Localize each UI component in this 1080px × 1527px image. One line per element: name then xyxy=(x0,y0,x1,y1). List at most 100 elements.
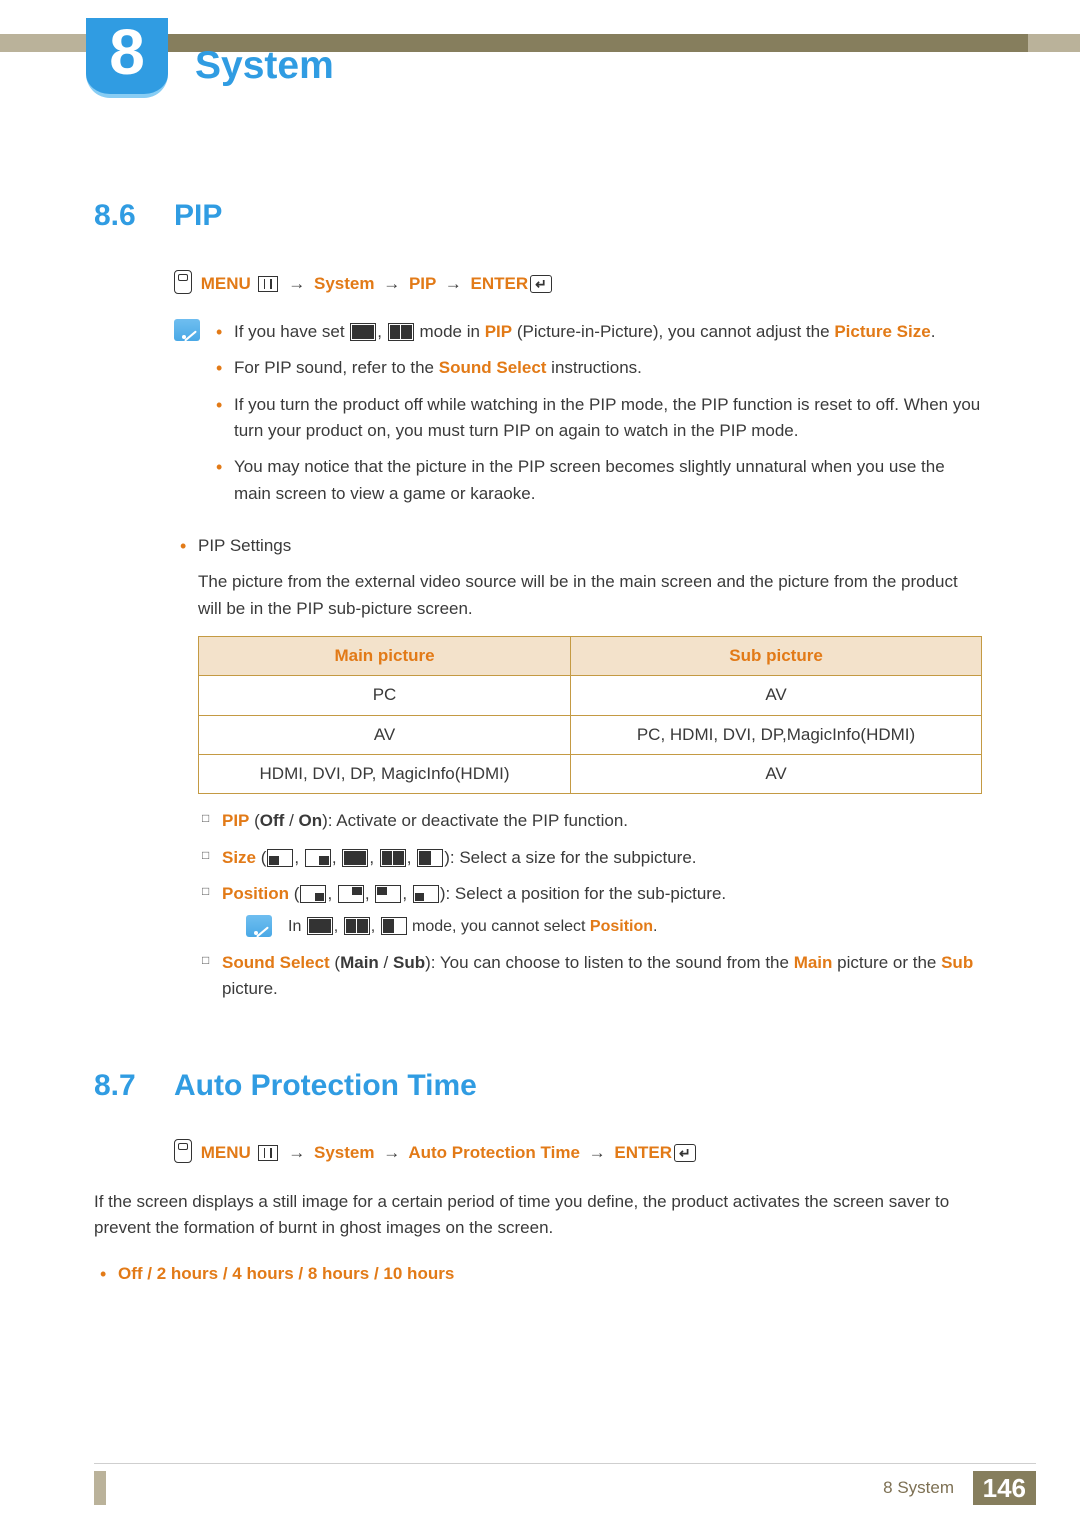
header-left-accent xyxy=(0,34,86,52)
pip-size-icon xyxy=(417,849,443,867)
arrow-icon: → xyxy=(441,274,466,293)
text: If you have set xyxy=(234,322,349,341)
text: For PIP sound, refer to the xyxy=(234,358,439,377)
cell: AV xyxy=(199,715,571,754)
arrow-icon: → xyxy=(379,1143,404,1162)
pip-settings-block: PIP Settings xyxy=(174,533,986,559)
section-title: PIP xyxy=(174,193,222,240)
note-item: For PIP sound, refer to the Sound Select… xyxy=(210,355,986,381)
text: instructions. xyxy=(551,358,642,377)
nav-pip: PIP xyxy=(409,274,436,293)
note-item: If you have set , mode in PIP (Picture-i… xyxy=(210,319,986,345)
nav-path-86: MENU → System → PIP → ENTER xyxy=(174,270,986,297)
arrow-icon: → xyxy=(284,1143,309,1162)
chapter-number: 8 xyxy=(109,20,145,84)
arrow-icon: → xyxy=(379,274,404,293)
desc: picture. xyxy=(222,979,278,998)
th-sub: Sub picture xyxy=(571,636,982,675)
header-right-accent xyxy=(1028,34,1080,52)
label: Sound Select xyxy=(222,953,330,972)
menu-icon xyxy=(258,276,278,292)
pip-pos-icon xyxy=(300,885,326,903)
desc: ): Select a size for the subpicture. xyxy=(444,848,696,867)
note-text: In , , mode, you cannot select Position. xyxy=(282,915,657,940)
val-main: Main xyxy=(340,953,379,972)
nav-apt: Auto Protection Time xyxy=(408,1143,580,1162)
opt-pip: PIP (Off / On): Activate or deactivate t… xyxy=(198,808,986,834)
table-row: AV PC, HDMI, DVI, DP,MagicInfo(HDMI) xyxy=(199,715,982,754)
desc: : Activate or deactivate the PIP functio… xyxy=(328,811,628,830)
note-block-86: If you have set , mode in PIP (Picture-i… xyxy=(174,319,986,517)
cell: AV xyxy=(571,676,982,715)
section-87-body: MENU → System → Auto Protection Time → E… xyxy=(174,1139,986,1166)
enter-icon xyxy=(674,1144,696,1162)
th-main: Main picture xyxy=(199,636,571,675)
text: In xyxy=(288,918,306,935)
enter-icon xyxy=(530,275,552,293)
section-header-86: 8.6 PIP xyxy=(94,193,986,240)
cell: PC, HDMI, DVI, DP,MagicInfo(HDMI) xyxy=(571,715,982,754)
cell: PC xyxy=(199,676,571,715)
note-item: If you turn the product off while watchi… xyxy=(210,392,986,445)
nav-enter: ENTER xyxy=(471,274,529,293)
table-row: PC AV xyxy=(199,676,982,715)
cell: AV xyxy=(571,754,982,793)
pip-pos-icon xyxy=(338,885,364,903)
pip-settings-label: PIP Settings xyxy=(174,533,986,559)
table-row: HDMI, DVI, DP, MagicInfo(HDMI) AV xyxy=(199,754,982,793)
label: Size xyxy=(222,848,256,867)
apt-options-list: Off / 2 hours / 4 hours / 8 hours / 10 h… xyxy=(94,1261,986,1287)
nav-system: System xyxy=(314,1143,374,1162)
nav-enter: ENTER xyxy=(614,1143,672,1162)
pip-mode-icon xyxy=(307,917,333,935)
note-icon xyxy=(246,915,272,937)
pip-pos-icon xyxy=(375,885,401,903)
opt-size: Size (, , , , ): Select a size for the s… xyxy=(198,845,986,871)
nav-menu: MENU xyxy=(201,1143,251,1162)
val-on: On xyxy=(299,811,323,830)
pip-size-icon xyxy=(380,849,406,867)
chapter-title: System xyxy=(195,36,334,96)
remote-icon xyxy=(174,270,192,294)
text: mode in xyxy=(419,322,484,341)
nav-path-87: MENU → System → Auto Protection Time → E… xyxy=(174,1139,986,1166)
apt-desc: If the screen displays a still image for… xyxy=(94,1189,986,1242)
pip-options-list: PIP (Off / On): Activate or deactivate t… xyxy=(198,808,986,1003)
val-sub: Sub xyxy=(393,953,425,972)
note-item: You may notice that the picture in the P… xyxy=(210,454,986,507)
note-icon xyxy=(174,319,200,341)
pip-size-icon xyxy=(305,849,331,867)
note-list: If you have set , mode in PIP (Picture-i… xyxy=(210,319,986,517)
inner-note: In , , mode, you cannot select Position. xyxy=(246,915,986,940)
pip-table-wrap: Main picture Sub picture PC AV AV PC, HD… xyxy=(198,636,982,794)
term-picture-size: Picture Size xyxy=(834,322,930,341)
options-text: Off / 2 hours / 4 hours / 8 hours / 10 h… xyxy=(118,1264,454,1283)
nav-menu: MENU xyxy=(201,274,251,293)
pip-mode-icon xyxy=(381,917,407,935)
footer-accent xyxy=(94,1471,106,1505)
menu-icon xyxy=(258,1145,278,1161)
footer-section: 8 System xyxy=(883,1475,954,1501)
arrow-icon: → xyxy=(284,274,309,293)
text: (Picture-in-Picture), you cannot adjust … xyxy=(517,322,834,341)
term-position: Position xyxy=(590,918,653,935)
text: mode, you cannot select xyxy=(412,918,590,935)
text: . xyxy=(653,918,657,935)
pip-size-icon xyxy=(267,849,293,867)
desc: ): Select a position for the sub-picture… xyxy=(440,884,726,903)
page-content: 8.6 PIP MENU → System → PIP → ENTER If y… xyxy=(94,175,986,1298)
arrow-icon: → xyxy=(585,1143,610,1162)
pip-table: Main picture Sub picture PC AV AV PC, HD… xyxy=(198,636,982,794)
page-footer: 8 System 146 xyxy=(0,1475,1080,1505)
section-number: 8.6 xyxy=(94,193,174,240)
val-off: Off xyxy=(260,811,285,830)
apt-options: Off / 2 hours / 4 hours / 8 hours / 10 h… xyxy=(94,1261,986,1287)
opt-sound-select: Sound Select (Main / Sub): You can choos… xyxy=(198,950,986,1003)
term-sound-select: Sound Select xyxy=(439,358,547,377)
term-main: Main xyxy=(794,953,833,972)
label: PIP xyxy=(222,811,249,830)
page-number: 146 xyxy=(973,1471,1036,1505)
section-title: Auto Protection Time xyxy=(174,1063,477,1110)
desc: picture or the xyxy=(832,953,941,972)
nav-system: System xyxy=(314,274,374,293)
